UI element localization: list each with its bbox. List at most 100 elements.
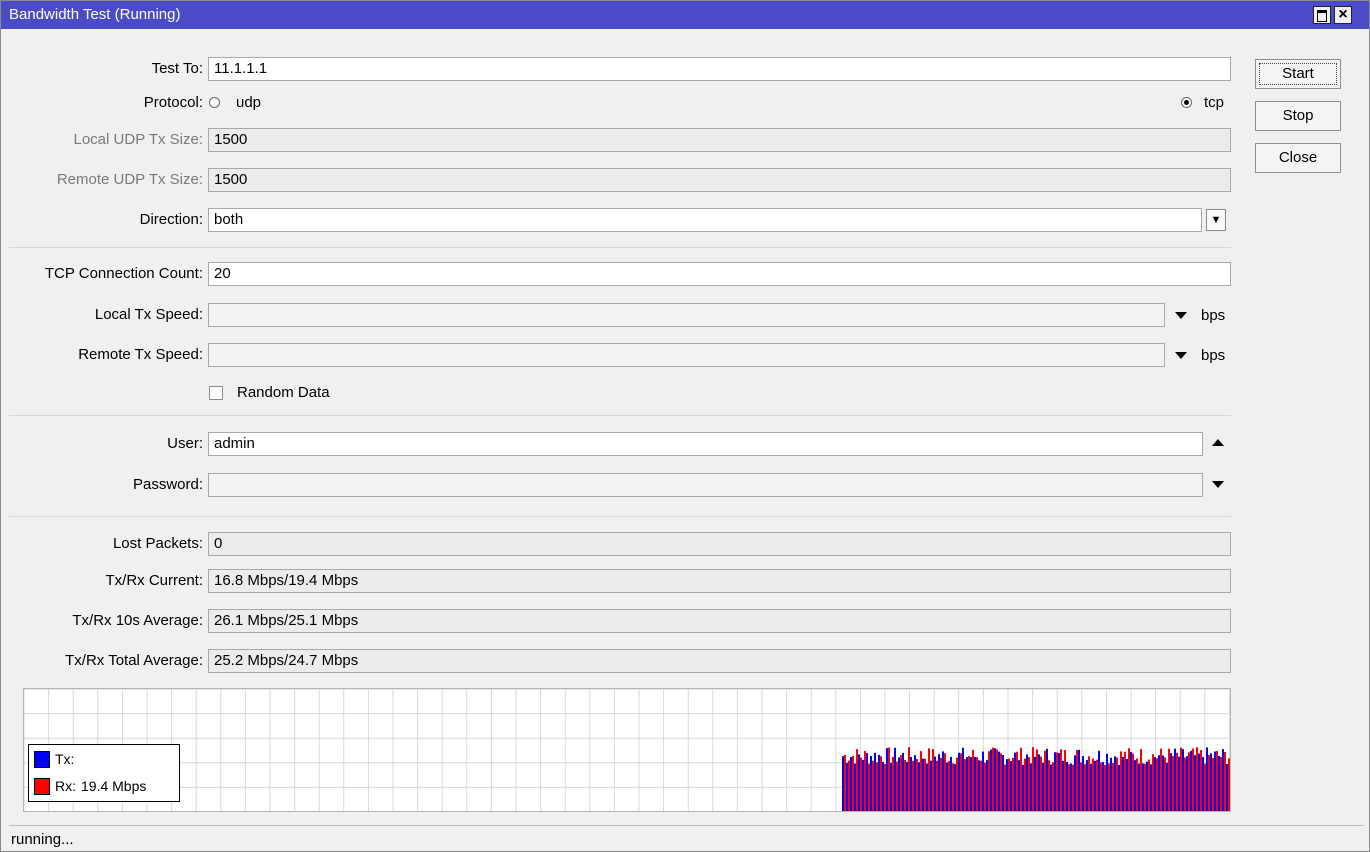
tx-bar (858, 754, 860, 811)
tcp-connection-count-input[interactable]: 20 (208, 262, 1231, 286)
rx-bar (1144, 763, 1146, 811)
rx-bar (864, 750, 866, 811)
start-button[interactable]: Start (1255, 59, 1341, 89)
rx-bar (872, 760, 874, 811)
rx-bar (880, 756, 882, 811)
rx-bar (900, 755, 902, 811)
remote-udp-tx-size-label: Remote UDP Tx Size: (56, 171, 203, 188)
close-button[interactable]: Close (1255, 143, 1341, 173)
random-data-checkbox[interactable] (209, 386, 223, 400)
tx-bar (842, 756, 844, 811)
rx-bar (1176, 752, 1178, 811)
tx-bar (1050, 764, 1052, 811)
local-tx-speed-label: Local Tx Speed: (94, 306, 203, 323)
tx-bar (1118, 764, 1120, 811)
tx-bar (1114, 756, 1116, 811)
rx-bar (1200, 750, 1202, 811)
rx-bar (1060, 749, 1062, 811)
tx-bar (1034, 756, 1036, 811)
rx-bar (920, 751, 922, 811)
tx-bar (946, 762, 948, 811)
rx-bar (876, 762, 878, 811)
tx-bar (1010, 761, 1012, 811)
rx-bar (1020, 747, 1022, 811)
tx-bar (1074, 755, 1076, 811)
rx-bar (1168, 748, 1170, 811)
direction-select[interactable]: both (208, 208, 1202, 232)
tx-bar (926, 763, 928, 811)
test-to-input[interactable]: 11.1.1.1 (208, 57, 1231, 81)
tx-bar (1094, 760, 1096, 811)
rx-bar (1128, 748, 1130, 811)
rx-bar (1152, 754, 1154, 811)
test-to-label: Test To: (151, 60, 203, 77)
protocol-udp-radio[interactable] (209, 97, 220, 108)
tx-bar (1166, 762, 1168, 811)
rx-bar (1012, 757, 1014, 811)
tx-bar (870, 756, 872, 811)
tx-bar (1206, 747, 1208, 811)
tx-bar (1134, 760, 1136, 811)
rx-bar (1192, 748, 1194, 811)
separator (9, 516, 1231, 517)
rx-bar (884, 764, 886, 811)
protocol-label: Protocol: (143, 94, 203, 111)
rx-bar (868, 763, 870, 811)
tx-bar (1226, 764, 1228, 811)
rx-bar (856, 749, 858, 811)
remote-tx-speed-input[interactable] (208, 343, 1165, 367)
tx-bar (882, 761, 884, 811)
lost-packets-field: 0 (208, 532, 1231, 556)
rx-bar (944, 753, 946, 811)
rx-bar (912, 760, 914, 811)
direction-dropdown-icon[interactable]: ▼ (1206, 209, 1226, 231)
bandwidth-graph (23, 688, 1231, 812)
tx-bar (1002, 755, 1004, 811)
rx-bar (892, 757, 894, 811)
local-tx-speed-dropdown-icon[interactable] (1175, 312, 1187, 319)
tx-bar (878, 754, 880, 811)
rx-bar (1196, 747, 1198, 811)
tcp-connection-count-label: TCP Connection Count: (44, 265, 203, 282)
tx-bar (930, 760, 932, 811)
tx-bar (854, 763, 856, 811)
maximize-icon[interactable] (1313, 6, 1331, 24)
rx-bar (1044, 750, 1046, 811)
rx-bar (1076, 750, 1078, 811)
protocol-tcp-radio[interactable] (1181, 97, 1192, 108)
user-input[interactable]: admin (208, 432, 1203, 456)
user-collapse-icon[interactable] (1212, 439, 1224, 446)
remote-tx-speed-dropdown-icon[interactable] (1175, 352, 1187, 359)
rx-bar (1164, 757, 1166, 811)
rx-bar (956, 757, 958, 811)
separator (9, 415, 1231, 416)
close-icon[interactable]: × (1334, 6, 1352, 24)
rx-bar (1064, 750, 1066, 811)
rx-bar (988, 751, 990, 811)
tx-bar (898, 757, 900, 811)
remote-tx-speed-label: Remote Tx Speed: (78, 346, 203, 363)
rx-bar (1084, 764, 1086, 811)
tx-bar (1030, 763, 1032, 811)
tx-bar (1054, 752, 1056, 811)
rx-bar (1104, 764, 1106, 811)
local-tx-speed-input[interactable] (208, 303, 1165, 327)
password-input[interactable] (208, 473, 1203, 497)
rx-bar (928, 748, 930, 811)
tx-bar (1058, 753, 1060, 811)
rx-bar (980, 760, 982, 811)
password-dropdown-icon[interactable] (1212, 481, 1224, 488)
rx-bar (1156, 758, 1158, 811)
rx-bar (844, 754, 846, 811)
tx-bar (1150, 764, 1152, 811)
rx-bar (852, 755, 854, 811)
tx-bar (1038, 754, 1040, 811)
stop-button[interactable]: Stop (1255, 101, 1341, 131)
tx-color-swatch (34, 751, 50, 768)
tx-bar (1090, 763, 1092, 811)
rx-bar (1032, 747, 1034, 811)
tx-bar (1014, 752, 1016, 811)
tx-bar (1214, 751, 1216, 811)
rx-bar (968, 756, 970, 811)
password-label: Password: (132, 476, 203, 493)
